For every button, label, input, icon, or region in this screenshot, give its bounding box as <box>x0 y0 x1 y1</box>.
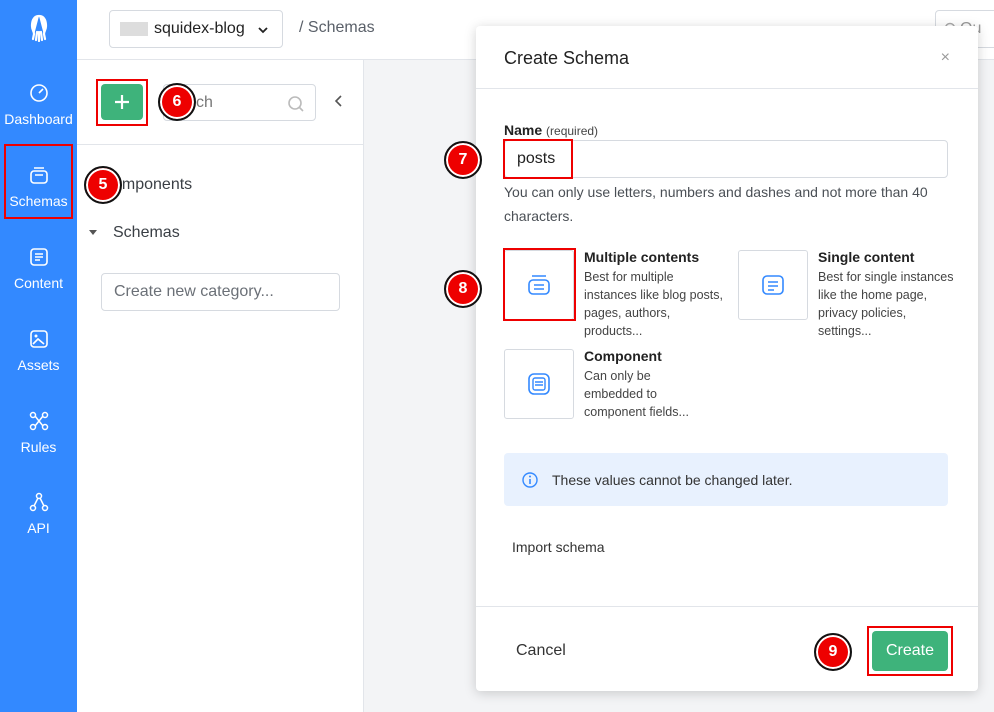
info-icon <box>522 471 538 488</box>
rules-icon <box>29 411 48 431</box>
dialog-title: Create Schema <box>504 48 630 68</box>
type-single-content[interactable] <box>738 250 808 320</box>
single-content-icon <box>762 275 784 295</box>
nav-rules[interactable]: Rules <box>0 398 77 468</box>
category-schemas[interactable]: Schemas <box>113 224 180 242</box>
content-icon <box>29 248 48 266</box>
info-text: These values cannot be changed later. <box>552 471 793 488</box>
type-component[interactable] <box>504 349 574 419</box>
name-hint: You can only use letters, numbers and da… <box>504 184 928 224</box>
breadcrumb: / Schemas <box>299 19 375 36</box>
highlight-box <box>503 139 573 179</box>
new-category-input[interactable]: Create new category... <box>101 273 340 311</box>
dashboard-icon <box>29 84 48 102</box>
step-marker-7: 7 <box>444 141 482 179</box>
nav-api[interactable]: API <box>0 479 77 549</box>
step-marker-9: 9 <box>814 633 852 671</box>
close-icon[interactable]: × <box>941 49 950 67</box>
assets-icon <box>29 330 48 348</box>
app-selector[interactable]: squidex-blog <box>109 10 283 48</box>
nav-label: API <box>27 520 50 536</box>
info-alert: These values cannot be changed later. <box>504 453 948 506</box>
step-marker-5: 5 <box>84 166 122 204</box>
step-marker-8: 8 <box>444 270 482 308</box>
dialog-header: Create Schema × <box>476 26 978 89</box>
cancel-button[interactable]: Cancel <box>516 642 566 660</box>
dialog-footer: Cancel Create <box>476 606 978 691</box>
type-desc: Best for multiple instances like blog po… <box>584 270 723 338</box>
highlight-box <box>96 79 148 126</box>
required-hint: (required) <box>546 124 599 138</box>
schemas-panel: ch omponents Schemas Create new category… <box>77 60 364 712</box>
highlight-box <box>4 144 73 219</box>
component-icon <box>528 373 550 395</box>
collapse-chevron-icon[interactable] <box>333 94 345 108</box>
name-label: Name (required) <box>504 122 598 138</box>
nav-label: Rules <box>20 439 57 455</box>
squidex-logo-icon[interactable] <box>0 10 77 46</box>
nav-label: Assets <box>17 357 60 373</box>
name-label-text: Name <box>504 122 543 138</box>
api-icon <box>29 492 48 512</box>
type-desc: Can only be embedded to component fields… <box>584 369 689 419</box>
nav-label: Content <box>13 275 64 291</box>
type-desc: Best for single instances like the home … <box>818 270 954 338</box>
app-avatar <box>120 22 148 36</box>
caret-down-icon[interactable] <box>89 230 97 235</box>
nav-content[interactable]: Content <box>0 234 77 304</box>
new-category-placeholder: Create new category... <box>114 283 274 300</box>
search-icon <box>288 96 304 112</box>
panel-header: ch <box>77 60 363 145</box>
app-name: squidex-blog <box>154 20 245 37</box>
type-title: Multiple contents <box>584 249 700 265</box>
step-marker-6: 6 <box>158 83 196 121</box>
create-schema-dialog: Create Schema × Name (required) posts Yo… <box>476 26 978 691</box>
highlight-box <box>867 626 953 676</box>
nav-dashboard[interactable]: Dashboard <box>0 70 77 140</box>
import-schema-link[interactable]: Import schema <box>512 539 605 555</box>
nav-assets[interactable]: Assets <box>0 316 77 386</box>
category-components[interactable]: omponents <box>113 176 192 194</box>
type-title: Single content <box>818 249 915 265</box>
search-placeholder: ch <box>196 93 213 111</box>
chevron-down-icon <box>258 27 268 34</box>
type-title: Component <box>584 348 662 364</box>
highlight-box <box>503 248 576 321</box>
nav-label: Dashboard <box>4 111 73 127</box>
main-nav: Dashboard Schemas Content Assets Rules A… <box>0 0 77 712</box>
